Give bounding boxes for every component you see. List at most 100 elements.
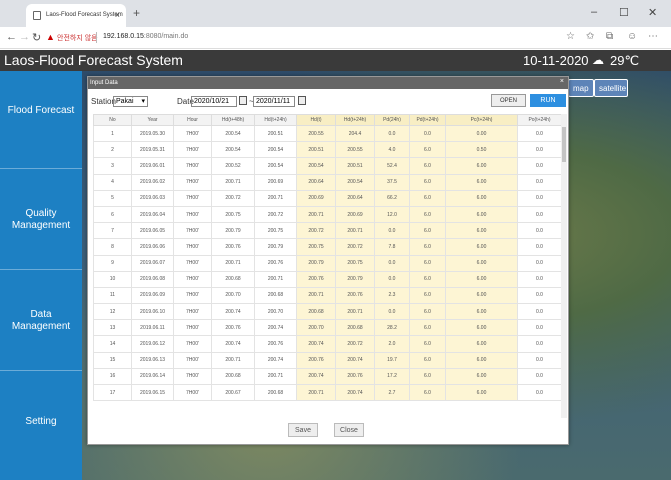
table-cell: 200.69 xyxy=(335,205,375,224)
table-cell: 6.0 xyxy=(409,157,446,175)
table-cell: 200.71 xyxy=(335,222,375,240)
table-cell: 6.0 xyxy=(409,303,446,321)
url-field[interactable]: 192.168.0.15:8080/main.do xyxy=(103,33,188,40)
table-row[interactable]: 16 2019.06.14 7H00' 200.68 200.71 200.74 200.7… xyxy=(93,367,562,386)
table-cell: 2 xyxy=(93,141,132,159)
table-cell: 6.00 xyxy=(445,189,518,207)
table-cell: 7H00' xyxy=(173,189,212,207)
column-header: Hd(t) xyxy=(296,114,336,126)
forward-icon[interactable]: → xyxy=(19,31,30,43)
table-cell: 7H00' xyxy=(173,270,212,288)
column-header: Year xyxy=(131,114,174,126)
table-cell: 200.54 xyxy=(254,141,297,159)
table-row[interactable]: 2 2019.05.31 7H00' 200.54 200.54 200.51 200.55… xyxy=(93,141,562,159)
save-button[interactable]: Save xyxy=(288,423,318,437)
map-button[interactable]: map xyxy=(568,79,594,97)
table-cell: 6.00 xyxy=(445,238,518,256)
temperature: 29℃ xyxy=(610,53,640,68)
column-header: Hd(t+24h) xyxy=(335,114,375,126)
collections-icon[interactable]: ⧉ xyxy=(606,31,613,42)
table-row[interactable]: 1 2019.05.30 7H00' 200.54 200.51 200.55 204.4 0… xyxy=(93,124,562,143)
table-cell: 6.0 xyxy=(409,286,446,305)
sidebar-item-flood-forecast[interactable]: Flood Forecast xyxy=(0,105,82,117)
table-cell: 6.00 xyxy=(445,351,518,369)
table-cell: 200.72 xyxy=(335,335,375,353)
sidebar-item-data-management[interactable]: Data Management xyxy=(0,309,82,333)
table-cell: 0.50 xyxy=(445,141,518,159)
new-tab-button[interactable]: + xyxy=(133,6,140,20)
station-select[interactable]: Pakai ▾ xyxy=(113,96,148,107)
close-button[interactable]: Close xyxy=(334,423,364,437)
maximize-icon[interactable]: ☐ xyxy=(619,6,629,19)
calendar-icon[interactable] xyxy=(298,96,306,105)
table-cell: 66.2 xyxy=(374,189,410,207)
table-cell: 200.71 xyxy=(211,351,255,369)
star-icon[interactable]: ☆ xyxy=(566,31,575,42)
table-cell: 7H00' xyxy=(173,319,212,337)
scrollbar-thumb[interactable] xyxy=(562,127,566,162)
table-cell: 200.75 xyxy=(335,254,375,272)
sidebar-item-quality-management[interactable]: Quality Management xyxy=(0,208,82,232)
table-cell: 200.74 xyxy=(335,351,375,369)
browser-tab[interactable]: Laos-Flood Forecast System × xyxy=(26,4,126,27)
minimize-icon[interactable]: – xyxy=(591,6,597,18)
date-to-input[interactable]: 2020/11/11 xyxy=(253,96,295,107)
more-icon[interactable]: ⋯ xyxy=(648,31,658,42)
tab-close-icon[interactable]: × xyxy=(115,10,120,20)
table-cell: 4 xyxy=(93,173,132,191)
table-row[interactable]: 17 2019.06.15 7H00' 200.67 200.68 200.71 200.7… xyxy=(93,383,562,402)
table-cell: 200.54 xyxy=(211,141,255,159)
table-row[interactable]: 13 2019.06.11 7H00' 200.76 200.74 200.70 200.6… xyxy=(93,319,562,337)
table-row[interactable]: 4 2019.06.02 7H00' 200.71 200.69 200.64 200.54… xyxy=(93,173,562,191)
browser-tab-bar: Laos-Flood Forecast System × + – ☐ ✕ xyxy=(0,0,671,27)
table-cell: 14 xyxy=(93,335,132,353)
table-cell: 200.74 xyxy=(211,335,255,353)
favorites-icon[interactable]: ✩ xyxy=(586,31,594,42)
open-label: OPEN xyxy=(500,98,518,104)
table-cell: 200.72 xyxy=(296,222,336,240)
profile-icon[interactable]: ☺ xyxy=(627,31,637,42)
satellite-button[interactable]: satellite xyxy=(594,79,628,97)
close-window-icon[interactable]: ✕ xyxy=(648,6,657,19)
table-cell: 6.0 xyxy=(409,351,446,369)
open-button[interactable]: OPEN xyxy=(491,94,526,107)
table-cell: 200.70 xyxy=(211,286,255,305)
sidebar-item-setting[interactable]: Setting xyxy=(0,416,82,428)
table-cell: 200.54 xyxy=(335,173,375,191)
table-cell: 7H00' xyxy=(173,303,212,321)
back-icon[interactable]: ← xyxy=(6,31,17,43)
close-icon[interactable]: × xyxy=(560,78,564,85)
table-cell: 0.0 xyxy=(517,367,562,386)
table-cell: 200.54 xyxy=(296,157,336,175)
table-cell: 11 xyxy=(93,286,132,305)
date-from-input[interactable]: 2020/10/21 xyxy=(191,96,237,107)
security-status[interactable]: 안전하지 않음 xyxy=(57,33,98,43)
table-cell: 200.76 xyxy=(211,319,255,337)
table-cell: 7H00' xyxy=(173,173,212,191)
table-cell: 200.75 xyxy=(296,238,336,256)
table-row[interactable]: 8 2019.06.06 7H00' 200.76 200.79 200.75 200.72… xyxy=(93,238,562,256)
table-cell: 2019.06.06 xyxy=(131,238,174,256)
table-header: No Year Hour Hd(t+48h) Hd(t+24h) Hd(t) Hd(t+24… xyxy=(93,114,562,126)
table-row[interactable]: 9 2019.06.07 7H00' 200.71 200.76 200.79 200.75… xyxy=(93,254,562,272)
table-cell: 7H00' xyxy=(173,124,212,143)
table-row[interactable]: 12 2019.06.10 7H00' 200.74 200.70 200.68 200.7… xyxy=(93,303,562,321)
table-row[interactable]: 10 2019.06.08 7H00' 200.68 200.71 200.76 200.7… xyxy=(93,270,562,288)
table-row[interactable]: 11 2019.06.09 7H00' 200.70 200.68 200.71 200.7… xyxy=(93,286,562,305)
table-cell: 200.74 xyxy=(254,351,297,369)
table-cell: 200.72 xyxy=(254,205,297,224)
column-header: Hour xyxy=(173,114,212,126)
reload-icon[interactable]: ↻ xyxy=(32,31,41,44)
table-row[interactable]: 6 2019.06.04 7H00' 200.75 200.72 200.71 200.69… xyxy=(93,205,562,224)
table-cell: 0.0 xyxy=(517,124,562,143)
table-row[interactable]: 5 2019.06.03 7H00' 200.72 200.71 200.69 200.64… xyxy=(93,189,562,207)
table-row[interactable]: 14 2019.06.12 7H00' 200.74 200.76 200.74 200.7… xyxy=(93,335,562,353)
table-row[interactable]: 3 2019.06.01 7H00' 200.52 200.54 200.54 200.51… xyxy=(93,157,562,175)
calendar-icon[interactable] xyxy=(239,96,247,105)
column-header: Po(t+24h) xyxy=(517,114,562,126)
column-header: No xyxy=(93,114,132,126)
run-button[interactable]: RUN xyxy=(530,94,566,107)
table-row[interactable]: 15 2019.06.13 7H00' 200.71 200.74 200.76 200.7… xyxy=(93,351,562,369)
table-cell: 200.51 xyxy=(296,141,336,159)
table-row[interactable]: 7 2019.06.05 7H00' 200.79 200.75 200.72 200.71… xyxy=(93,222,562,240)
